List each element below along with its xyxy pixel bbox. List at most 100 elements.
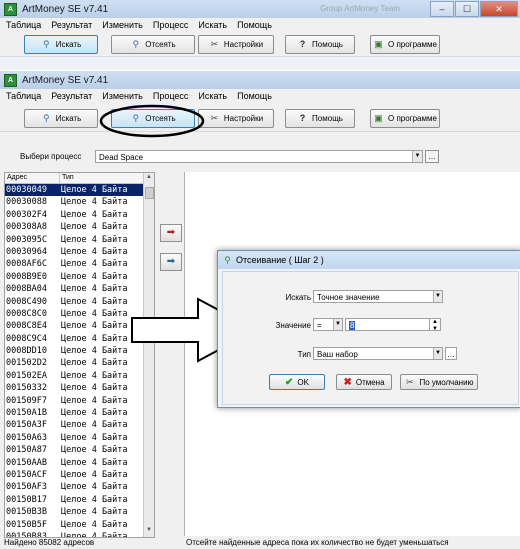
search-button-2[interactable]: ⚲ Искать [24,109,98,128]
type-label: Тип [297,350,311,359]
search-button[interactable]: ⚲ Искать [24,35,98,54]
process-select[interactable]: Dead Space ▼ [95,150,423,163]
help-button-label: Помощь [312,40,343,49]
about-button-2[interactable]: ▣ О программе [370,109,440,128]
help-button[interactable]: ? Помощь [285,35,355,54]
minimize-button[interactable]: – [430,1,454,17]
spin-down-icon[interactable]: ▼ [432,323,438,336]
search-type-value: Точное значение [317,293,380,302]
settings-button-2[interactable]: ✂ Настройки [198,109,274,128]
scroll-thumb[interactable] [145,187,154,199]
column-type[interactable]: Тип [60,173,142,183]
list-item[interactable]: 00150B5F Целое 4 Байта [5,519,154,531]
dialog-filter-icon: ⚲ [224,254,231,265]
list-item[interactable]: 001502EA Целое 4 Байта [5,370,154,382]
value-spinner[interactable]: ▲ ▼ [429,318,441,332]
list-item[interactable]: 00150B83 Целое 4 Байта [5,531,154,538]
type-cell: Целое 4 Байта [61,185,128,195]
type-cell: Целое 4 Байта [61,284,128,295]
list-item[interactable]: 0008B9E0 Целое 4 Байта [5,271,154,283]
address-cell: 00150ACF [6,469,47,480]
list-item[interactable]: 000302F4 Целое 4 Байта [5,209,154,221]
list-item[interactable]: 0003095C Целое 4 Байта [5,234,154,246]
menu-process[interactable]: Процесс [153,20,189,30]
type-cell: Целое 4 Байта [61,482,128,493]
search-type-label: Искать [285,293,311,302]
address-cell: 00150A3F [6,420,47,431]
filter-button-label: Отсеять [145,40,176,49]
value-input[interactable]: 8 [345,318,435,331]
help-button-2[interactable]: ? Помощь [285,109,355,128]
chevron-down-icon-type[interactable]: ▼ [433,348,442,359]
list-item[interactable]: 00150ACF Целое 4 Байта [5,469,154,481]
add-to-table-button[interactable]: ➡ [160,224,182,242]
scroll-down-icon[interactable]: ▼ [144,527,154,536]
background-window: A ArtMoney SE v7.41 Group ArtMoney Team … [0,0,520,70]
list-item[interactable]: 0008BA04 Целое 4 Байта [5,283,154,295]
about-button[interactable]: ▣ О программе [370,35,440,54]
value-label: Значение [275,321,311,330]
search-type-select[interactable]: Точное значение ▼ [313,290,443,303]
settings-button[interactable]: ✂ Настройки [198,35,274,54]
type-browse-button[interactable]: … [445,347,457,360]
list-item[interactable]: 00030088 Целое 4 Байта [5,196,154,208]
menu-search-2[interactable]: Искать [198,91,227,101]
menu-edit-2[interactable]: Изменить [102,91,143,101]
list-item[interactable]: 00150AAB Целое 4 Байта [5,457,154,469]
search-icon: ⚲ [42,39,50,49]
address-cell: 00150AAB [6,457,47,468]
settings-button-label-2: Настройки [223,114,264,123]
list-item[interactable]: 00030964 Целое 4 Байта [5,246,154,258]
type-cell: Целое 4 Байта [61,531,128,538]
chevron-down-icon[interactable]: ▼ [412,151,422,162]
chevron-down-icon-op[interactable]: ▼ [333,319,342,330]
about-icon-2: ▣ [374,113,383,123]
scroll-up-icon[interactable]: ▲ [144,174,154,183]
ok-button[interactable]: ✔ OK [269,374,325,390]
list-item[interactable]: 00150AF3 Целое 4 Байта [5,481,154,493]
filter-button[interactable]: ⚲ Отсеять [111,35,195,54]
list-item[interactable]: 00030049 Целое 4 Байта [5,184,154,197]
menu-help-2[interactable]: Помощь [237,91,272,101]
window-title-2: ArtMoney SE v7.41 [22,74,109,86]
menu-search[interactable]: Искать [198,20,227,30]
list-item[interactable]: 00150B3B Целое 4 Байта [5,506,154,518]
menu-help[interactable]: Помощь [237,20,272,30]
menu-result-2[interactable]: Результат [51,91,92,101]
add-all-to-table-button[interactable]: ➡ [160,253,182,271]
address-cell: 0008BA04 [6,284,47,295]
list-item[interactable]: 00150B17 Целое 4 Байта [5,494,154,506]
close-button[interactable]: ✕ [480,1,518,17]
type-cell: Целое 4 Байта [61,222,128,233]
menu-edit[interactable]: Изменить [102,20,143,30]
help-button-label-2: Помощь [312,114,343,123]
process-browse-button[interactable]: … [425,150,439,163]
list-item[interactable]: 001509F7 Целое 4 Байта [5,395,154,407]
address-cell: 0008B9E0 [6,271,47,282]
maximize-button[interactable]: ☐ [455,1,479,17]
background-titlebar: A ArtMoney SE v7.41 Group ArtMoney Team … [0,0,520,18]
list-item[interactable]: 00150A1B Целое 4 Байта [5,407,154,419]
type-cell: Целое 4 Байта [61,234,128,245]
cancel-button[interactable]: ✖ Отмена [336,374,392,390]
column-address[interactable]: Адрес [5,173,60,183]
menu-table[interactable]: Таблица [6,20,41,30]
value-operator: = [317,321,322,330]
list-item[interactable]: 00150A3F Целое 4 Байта [5,419,154,431]
address-cell: 0003095C [6,234,47,245]
default-button[interactable]: ✂ По умолчанию [400,374,478,390]
type-select[interactable]: Ваш набор ▼ [313,347,443,360]
list-item[interactable]: 00150A63 Целое 4 Байта [5,432,154,444]
menu-table-2[interactable]: Таблица [6,91,41,101]
value-operator-select[interactable]: = ▼ [313,318,343,331]
list-item[interactable]: 000308A8 Целое 4 Байта [5,221,154,233]
list-item[interactable]: 00150332 Целое 4 Байта [5,382,154,394]
type-cell: Целое 4 Байта [61,469,128,480]
menu-result[interactable]: Результат [51,20,92,30]
type-cell: Целое 4 Байта [61,395,128,406]
question-icon: ? [299,39,306,49]
list-item[interactable]: 00150A87 Целое 4 Байта [5,444,154,456]
list-item[interactable]: 0008AF6C Целое 4 Байта [5,258,154,270]
menu-process-2[interactable]: Процесс [153,91,189,101]
chevron-down-icon-search[interactable]: ▼ [433,291,442,302]
